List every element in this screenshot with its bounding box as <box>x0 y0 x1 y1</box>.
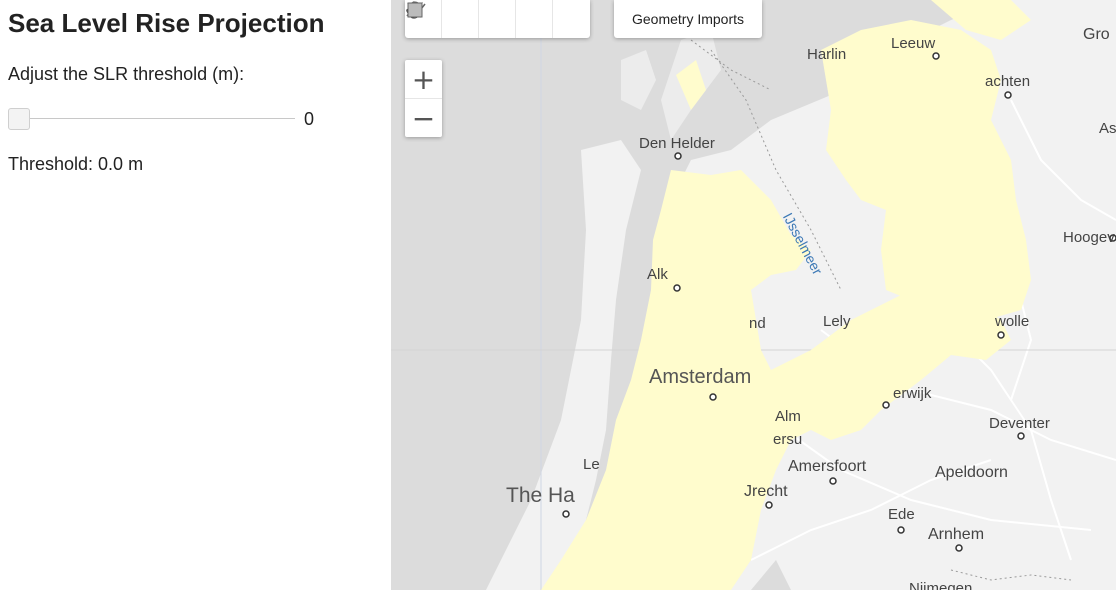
map-label-harderwijk: erwijk <box>893 385 932 402</box>
zoom-in-button[interactable]: + <box>405 60 442 99</box>
map-label-deventer: Deventer <box>989 415 1050 432</box>
polygon-icon[interactable] <box>407 0 553 38</box>
zoom-out-button[interactable]: − <box>405 99 442 137</box>
map-label-ede: Ede <box>888 506 915 523</box>
threshold-readout: Threshold: 0.0 m <box>8 154 144 174</box>
slider-track[interactable] <box>8 118 295 119</box>
map-label-leeuwarden: Leeuw <box>891 35 936 52</box>
control-panel: Sea Level Rise Projection Adjust the SLR… <box>0 0 390 590</box>
map-label-lelystad: Lely <box>823 313 851 330</box>
map-label-nijmegen: Nijmegen <box>909 580 973 590</box>
map-label-groningen: Gro <box>1083 26 1110 43</box>
map-label-the-hague: The Ha <box>506 484 575 507</box>
slider-value: 0 <box>304 109 315 129</box>
slider-thumb[interactable] <box>8 108 30 130</box>
slr-threshold-slider[interactable] <box>8 108 295 130</box>
map-label-alkmaar: Alk <box>647 266 668 283</box>
map-label-almere: Alm <box>775 408 801 425</box>
geometry-imports-button[interactable]: Geometry Imports <box>614 0 762 38</box>
line-icon[interactable] <box>406 0 516 38</box>
map-label-amsterdam: Amsterdam <box>649 366 752 388</box>
slider-label: Adjust the SLR threshold (m): <box>8 64 245 84</box>
map-label-harlingen: Harlin <box>807 46 847 63</box>
map-label-hilversum: ersu <box>773 431 803 448</box>
map-label-zwolle: wolle <box>995 313 1030 330</box>
map-label-den-helder: Den Helder <box>639 135 715 152</box>
zoom-control: + − <box>405 60 442 137</box>
rectangle-icon[interactable] <box>407 0 590 38</box>
map-label-leiden: Le <box>583 456 600 473</box>
marker-icon[interactable] <box>409 0 479 38</box>
map-label-amersfoort: Amersfoort <box>788 458 867 475</box>
map-label-apeldoorn: Apeldoorn <box>935 464 1008 481</box>
map-label-hoorn-edge: nd <box>749 315 766 332</box>
map-label-drachten: achten <box>985 73 1031 90</box>
map-label-hoogeveen: Hoogev <box>1063 229 1115 246</box>
map-label-arnhem: Arnhem <box>928 526 985 543</box>
panel-title: Sea Level Rise Projection <box>8 8 325 38</box>
map-label-utrecht: Jrecht <box>744 483 788 500</box>
drawing-toolbar <box>405 0 590 38</box>
map-label-assen: As <box>1099 120 1116 137</box>
map-canvas[interactable]: Geometry Imports + − Harlin Leeuw Gro ac… <box>391 0 1116 590</box>
